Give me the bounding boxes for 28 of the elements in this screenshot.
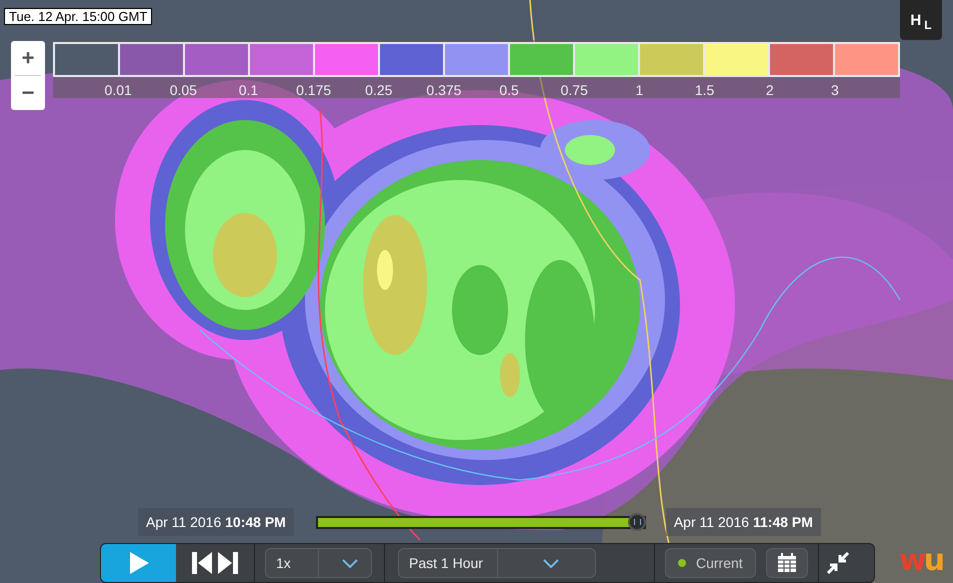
skip-forward-icon[interactable] <box>217 551 239 575</box>
zoom-in-button[interactable]: + <box>11 41 45 75</box>
time-range-dropdown[interactable]: Past 1 Hour <box>398 548 596 578</box>
skip-back-icon[interactable] <box>191 551 213 575</box>
speed-dropdown[interactable]: 1x <box>265 548 372 578</box>
legend-label: 0.05 <box>170 81 197 99</box>
legend-label: 3 <box>830 81 839 99</box>
legend-label: 0.375 <box>426 81 462 99</box>
legend-label: 2 <box>766 81 774 99</box>
legend-label: 0.01 <box>104 81 132 99</box>
legend-label: 0.75 <box>560 81 588 99</box>
legend-label: 1 <box>636 81 644 99</box>
timeline-slider[interactable] <box>316 516 646 528</box>
end-time: Apr 11 2016 11:48 PM <box>666 508 821 536</box>
legend-label: 0.1 <box>238 81 258 99</box>
calendar-button[interactable] <box>766 548 808 578</box>
logo: wu <box>899 546 942 576</box>
start-time: Apr 11 2016 10:48 PM <box>138 508 294 536</box>
play-button[interactable] <box>101 544 176 582</box>
current-button[interactable]: Current <box>665 548 756 578</box>
map-timestamp: Tue. 12 Apr. 15:00 GMT <box>4 8 152 25</box>
legend-label: 0.25 <box>365 81 392 99</box>
legend-label: 0.175 <box>296 81 332 99</box>
legend-label: 1.5 <box>694 81 714 99</box>
calendar-icon <box>776 553 797 573</box>
play-icon <box>128 551 150 575</box>
zoom-out-button[interactable]: − <box>11 76 45 110</box>
legend-label: 0.5 <box>499 81 519 99</box>
